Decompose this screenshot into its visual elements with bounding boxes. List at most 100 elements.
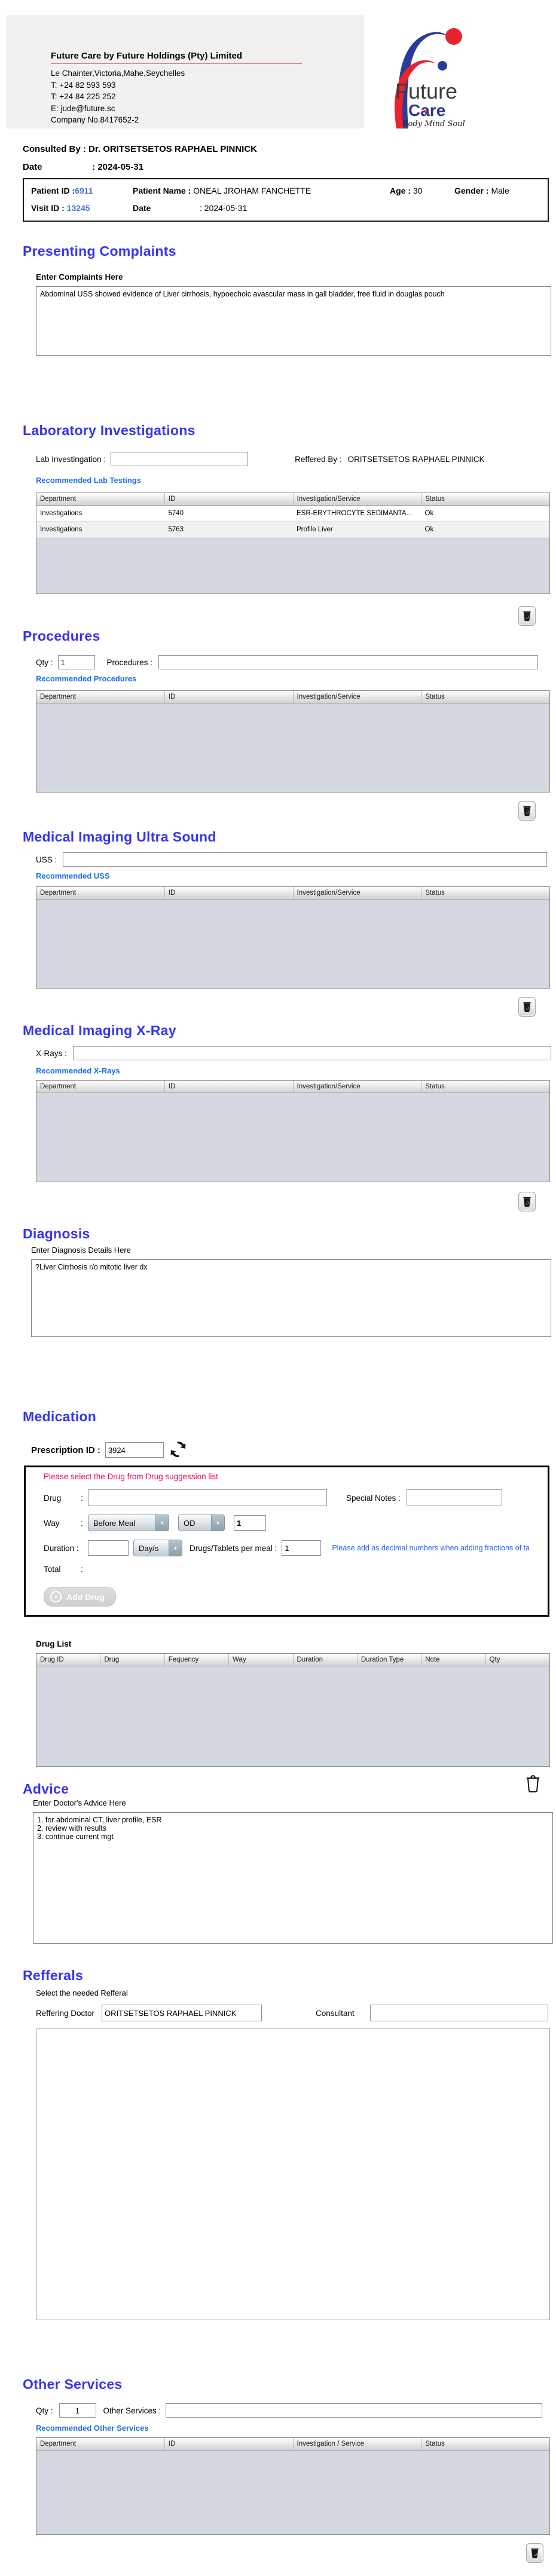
trash-icon [523,611,531,622]
section-title-diagnosis: Diagnosis [23,1226,90,1241]
refresh-prescription-button[interactable] [169,1440,188,1460]
add-drug-button[interactable]: + Add Drug [44,1587,116,1607]
reffering-doctor-input[interactable] [102,2005,262,2021]
duration-input[interactable] [88,1540,129,1556]
future-care-logo: Future Care ♥ Body Mind Soul [364,15,493,129]
refferal-list-box[interactable] [36,2029,550,2320]
col-service: Investigation/Service [294,691,422,703]
visit-date-value: 2024-05-31 [204,203,248,213]
patient-name-label: Patient Name : [133,186,191,195]
section-title-other-services: Other Services [23,2376,123,2392]
logo-tagline: Body Mind Soul [402,120,465,129]
patient-id-cell: Patient ID :6911 [31,186,133,195]
col-id: ID [165,691,294,703]
lab-delete-button[interactable] [518,606,536,626]
chevron-down-icon: ▼ [155,1515,169,1531]
drug-list-label: Drug List [36,1639,72,1648]
lab-investigation-input[interactable] [111,452,249,466]
complaints-textarea[interactable]: Abdominal USS showed evidence of Liver c… [36,286,551,356]
gender-label: Gender : [454,186,489,195]
dose-input[interactable] [234,1515,266,1531]
advice-delete-button[interactable] [523,1772,543,1795]
cell-id: 5763 [168,526,184,533]
other-qty-label: Qty : [36,2406,53,2415]
drug-colon: : [81,1493,83,1503]
add-drug-label: Add Drug [66,1592,105,1602]
col-service: Investigation/Service [294,493,422,505]
uss-delete-button[interactable] [518,997,536,1017]
col-status: Status [425,693,445,700]
way-select[interactable]: Before Meal ▼ [88,1515,169,1531]
procedures-qty-input[interactable] [57,655,95,669]
cell-id: 5740 [168,510,184,517]
recommended-procedures-link[interactable]: Recommended Procedures [36,674,556,683]
advice-label: Enter Doctor's Advice Here [33,1798,126,1807]
duration-unit-select[interactable]: Day/s ▼ [133,1540,182,1556]
section-title-advice: Advice [23,1781,69,1797]
lab-table-row[interactable]: Investigations 5763 Profile Liver Ok [36,522,549,538]
patient-id-value: 6911 [75,186,93,195]
col-drug-id: Drug ID [36,1654,101,1666]
date-colon: : [92,162,96,172]
logo-heart-icon: ♥ [423,107,428,116]
consultation-page: Future Care by Future Holdings (Pty) Lim… [0,0,556,2576]
other-services-input[interactable] [166,2403,543,2418]
other-services-empty-area [36,2450,549,2534]
referred-by-label: Reffered By : [295,454,342,464]
drug-entry-box: Please select the Drug from Drug suggess… [24,1466,549,1617]
lab-input-row: Lab Investingation : Reffered By : ORITS… [36,452,556,466]
col-id: ID [165,1081,294,1093]
trash-icon [523,1002,531,1012]
cell-status: Ok [424,510,434,517]
total-colon: : [81,1565,83,1574]
recommended-lab-link[interactable]: Recommended Lab Testings [36,476,556,485]
xray-input[interactable] [72,1046,551,1060]
company-email: E: jude@future.sc [51,103,115,113]
trash-icon [523,1197,531,1207]
xray-delete-button[interactable] [518,1192,536,1211]
other-services-table-header: Department ID Investigation / Service St… [36,2438,549,2450]
per-meal-input[interactable] [282,1540,322,1556]
per-meal-label: Drugs/Tablets per meal : [190,1543,277,1553]
procedures-input[interactable] [158,655,539,669]
uss-input[interactable] [63,852,548,867]
duration-row: Duration : Day/s ▼ Drugs/Tablets per mea… [44,1540,548,1556]
consult-date: 2024-05-31 [97,162,144,172]
other-services-delete-button[interactable] [526,2543,543,2563]
xray-table: Department ID Investigation/Service Stat… [36,1080,550,1182]
recommended-other-services-link[interactable]: Recommended Other Services [36,2424,556,2433]
drug-list-table: Drug ID Drug Fequency Way Duration Durat… [36,1653,550,1767]
visit-id-label: Visit ID : [31,203,65,213]
company-phone2: T: +24 84 225 252 [51,92,116,102]
procedures-delete-button[interactable] [518,801,536,821]
consultant-input[interactable] [369,2005,548,2021]
plus-icon: + [50,1591,62,1602]
company-header: Future Care by Future Holdings (Pty) Lim… [6,15,493,129]
logo-word-future: Future [395,79,457,103]
col-department: Department [36,1081,165,1093]
patient-row-1: Patient ID :6911 Patient Name : ONEAL JR… [31,186,540,195]
lab-table-row[interactable]: Investigations 5740 ESR-ERYTHROCYTE SEDI… [36,506,549,522]
recommended-xray-link[interactable]: Recommended X-Rays [36,1066,556,1075]
chevron-down-icon: ▼ [169,1540,182,1556]
frequency-select[interactable]: OD ▼ [178,1515,225,1531]
advice-textarea[interactable]: 1. for abdominal CT, liver profile, ESR … [33,1812,553,1944]
col-id: ID [165,887,294,899]
way-colon: : [81,1518,83,1528]
col-id: ID [165,493,294,505]
drug-input[interactable] [88,1489,327,1506]
prescription-id-input[interactable] [105,1442,164,1458]
other-qty-input[interactable] [59,2403,96,2418]
uss-input-row: USS : [36,852,556,867]
col-status: Status [425,2440,445,2447]
date-label: Date [23,162,42,172]
recommended-uss-link[interactable]: Recommended USS [36,871,556,880]
cell-department: Investigations [40,526,83,533]
reffering-doctor-label: Reffering Doctor [36,2008,95,2018]
patient-id-label: Patient ID : [31,186,75,195]
company-address: Le Chainter,Victoria,Mahe,Seychelles [51,69,185,78]
diagnosis-textarea[interactable]: ?Liver Cirrhosis r/o mitotic liver dx [31,1259,551,1337]
col-duration-type: Duration Type [358,1654,422,1666]
special-notes-input[interactable] [406,1489,502,1506]
visit-date-cell: Date: 2024-05-31 [133,203,540,213]
